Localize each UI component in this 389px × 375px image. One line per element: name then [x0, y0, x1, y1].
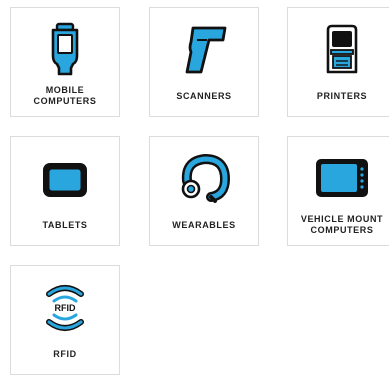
tile-label: MOBILE COMPUTERS [33, 85, 97, 106]
category-tile-mobile-computers[interactable]: MOBILE COMPUTERS [10, 7, 120, 117]
tile-label: WEARABLES [172, 220, 236, 230]
category-tile-scanners[interactable]: SCANNERS [149, 7, 259, 117]
category-tile-vehicle-mount-computers[interactable]: VEHICLE MOUNT COMPUTERS [287, 136, 389, 246]
tile-label: VEHICLE MOUNT COMPUTERS [300, 214, 384, 235]
rfid-icon: RFID [11, 280, 119, 336]
tablet-icon [11, 151, 119, 207]
printer-icon [288, 22, 389, 78]
category-tile-printers[interactable]: PRINTERS [287, 7, 389, 117]
scanner-icon [150, 22, 258, 78]
mobile-computer-icon [11, 22, 119, 78]
rfid-icon-text: RFID [55, 303, 76, 313]
vehicle-mount-computer-icon [288, 151, 389, 207]
tile-label: RFID [53, 349, 77, 359]
category-tile-wearables[interactable]: WEARABLES [149, 136, 259, 246]
category-tile-rfid[interactable]: RFID RFID [10, 265, 120, 375]
wearable-icon [150, 151, 258, 207]
tile-label: TABLETS [42, 220, 88, 230]
category-tile-tablets[interactable]: TABLETS [10, 136, 120, 246]
tile-label: PRINTERS [316, 91, 368, 101]
tile-label: SCANNERS [176, 91, 232, 101]
